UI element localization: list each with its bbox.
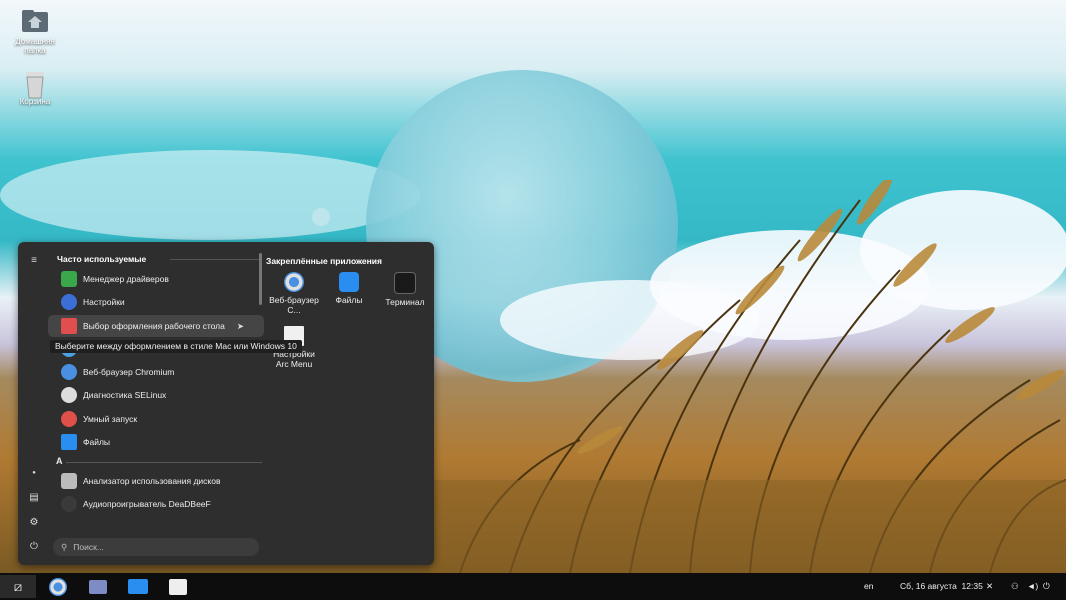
search-input[interactable]: ⚲ Поиск...: [53, 538, 259, 556]
header-divider: [170, 259, 262, 260]
gear-icon[interactable]: ⚙: [28, 517, 40, 529]
taskbar-mail[interactable]: [80, 575, 116, 598]
menu-item-chromium[interactable]: Веб-браузер Chromium: [48, 361, 264, 383]
notifications-off-icon[interactable]: ✕: [986, 573, 993, 600]
menu-item-label: Диагностика SELinux: [83, 390, 167, 400]
section-letter: А: [56, 456, 63, 466]
folder-icon: [339, 272, 359, 292]
menu-item-smart-launch[interactable]: Умный запуск: [48, 408, 264, 430]
folder-icon: [128, 579, 148, 594]
small-moon-image: [312, 208, 330, 226]
folder-icon: [61, 434, 77, 450]
terminal-icon: [394, 272, 416, 294]
menu-item-label: Настройки: [83, 297, 125, 307]
menu-item-selinux[interactable]: Диагностика SELinux: [48, 384, 264, 406]
deadbeef-icon: [61, 496, 77, 512]
taskbar-software[interactable]: [160, 575, 196, 598]
power-icon[interactable]: ⏻: [28, 541, 40, 553]
dot-icon[interactable]: ●: [28, 467, 40, 479]
taskbar: ⧄ en Сб, 16 августа 12:35 ✕ ⚇ ◄) ⏻: [0, 573, 1066, 600]
taskbar-files[interactable]: [120, 575, 156, 598]
tooltip: Выберите между оформлением в стиле Mac и…: [50, 340, 302, 353]
menu-item-files[interactable]: Файлы: [48, 431, 264, 453]
pinned-label: Терминал: [385, 297, 425, 307]
menu-item-label: Веб-браузер Chromium: [83, 367, 175, 377]
smart-launch-icon: [61, 411, 77, 427]
volume-icon[interactable]: ◄): [1027, 573, 1038, 600]
home-folder-label: Домашняя папка: [15, 37, 55, 55]
pinned-chromium[interactable]: Веб-браузер C...: [268, 272, 320, 315]
trash-label: Корзина: [19, 97, 51, 106]
chromium-icon: [61, 364, 77, 380]
menu-item-deadbeef[interactable]: Аудиопроигрыватель DeaDBeeF: [48, 493, 264, 515]
zorin-logo-icon: ⧄: [13, 578, 23, 594]
menu-item-label: Выбор оформления рабочего стола: [83, 321, 225, 331]
menu-item-driver-manager[interactable]: Менеджер драйверов: [48, 268, 264, 290]
search-placeholder: Поиск...: [73, 542, 104, 552]
home-folder-icon: [20, 8, 50, 34]
menu-item-label: Анализатор использования дисков: [83, 476, 221, 486]
menu-item-label: Умный запуск: [83, 414, 138, 424]
menu-item-desktop-layout[interactable]: Выбор оформления рабочего стола ➤: [48, 315, 264, 337]
menu-item-label: Менеджер драйверов: [83, 274, 169, 284]
pinned-section: Закреплённые приложения: [266, 254, 382, 268]
application-menu: ≡ ● ▤ ⚙ ⏻ Часто используемые Менеджер др…: [18, 242, 434, 565]
trash-desktop-icon[interactable]: Корзина: [5, 68, 65, 106]
chromium-icon: [284, 272, 304, 292]
hamburger-menu-icon[interactable]: ≡: [28, 255, 40, 267]
pinned-terminal[interactable]: Терминал: [379, 272, 431, 307]
selinux-icon: [61, 387, 77, 403]
menu-item-label: Аудиопроигрыватель DeaDBeeF: [83, 499, 211, 509]
desktop-layout-icon: [61, 318, 77, 334]
menu-sidebar: ≡ ● ▤ ⚙ ⏻: [18, 242, 50, 565]
mouse-cursor-icon: ➤: [236, 320, 244, 331]
driver-manager-icon: [61, 271, 77, 287]
clock[interactable]: Сб, 16 августа 12:35: [900, 573, 983, 600]
taskbar-chromium[interactable]: [40, 575, 76, 598]
grass-illustration: [430, 180, 1066, 573]
menu-item-settings[interactable]: Настройки: [48, 291, 264, 313]
chromium-icon: [49, 577, 67, 596]
keyboard-layout[interactable]: en: [864, 573, 873, 600]
documents-icon[interactable]: ▤: [28, 492, 40, 504]
pinned-files[interactable]: Файлы: [323, 272, 375, 305]
mail-icon: [89, 579, 107, 594]
pinned-header: Закреплённые приложения: [266, 256, 382, 266]
pinned-label: Веб-браузер C...: [269, 295, 319, 315]
section-divider: [66, 462, 262, 463]
menu-item-label: Файлы: [83, 437, 111, 447]
app-menu-button[interactable]: ⧄: [0, 575, 36, 598]
power-icon[interactable]: ⏻: [1043, 573, 1050, 600]
search-icon: ⚲: [61, 541, 68, 552]
disk-usage-icon: [61, 473, 77, 489]
pinned-label: Файлы: [335, 295, 363, 305]
trash-icon: [20, 68, 50, 99]
settings-icon: [61, 294, 77, 310]
home-folder-desktop-icon[interactable]: Домашняя папка: [5, 8, 65, 55]
network-icon[interactable]: ⚇: [1011, 573, 1019, 600]
menu-item-disk-usage[interactable]: Анализатор использования дисков: [48, 470, 264, 492]
software-store-icon: [169, 578, 187, 595]
